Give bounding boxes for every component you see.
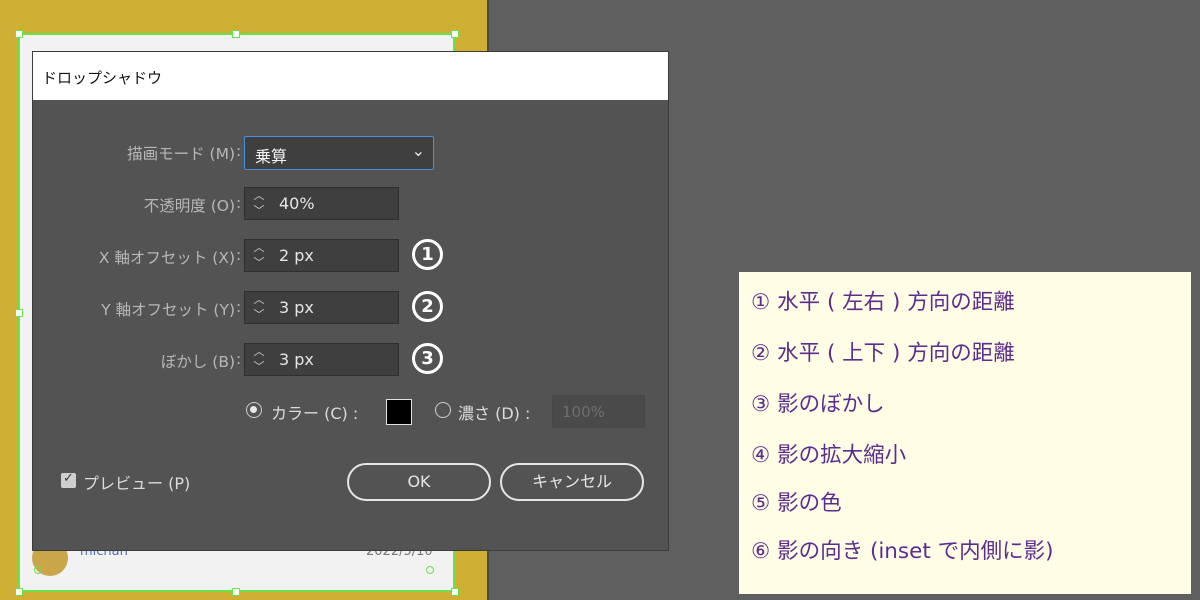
colon: : [236, 194, 242, 212]
color-option-label: カラー (C) : [271, 404, 359, 423]
anchor-point[interactable] [426, 566, 434, 574]
legend-item-4: ④ 影の拡大縮小 [751, 443, 907, 468]
marker-2: 2 [412, 291, 443, 322]
resize-handle-top-left[interactable] [15, 30, 23, 38]
x-offset-value: 2 px [279, 246, 314, 265]
y-offset-label: Y 軸オフセット (Y) [101, 301, 235, 319]
cancel-button[interactable]: キャンセル [500, 463, 644, 501]
colon: : [236, 142, 242, 160]
opacity-label: 不透明度 (O) [143, 197, 235, 215]
legend-item-6: ⑥ 影の向き (inset で内側に影) [751, 539, 1054, 564]
blend-mode-select[interactable]: 乗算 ⌄ [244, 136, 434, 170]
x-offset-field[interactable]: ︿ ﹀ 2 px [244, 239, 399, 272]
colon: : [236, 298, 242, 316]
drop-shadow-dialog: ドロップシャドウ 描画モード (M) : 乗算 ⌄ 不透明度 (O) : ︿ ﹀ … [33, 52, 668, 550]
darkness-option-label: 濃さ (D) : [458, 404, 531, 423]
darkness-field: 100% [552, 395, 645, 428]
blend-mode-value: 乗算 [255, 147, 288, 166]
stepper-icon[interactable]: ︿ ﹀ [245, 240, 273, 271]
legend-item-1: ① 水平 ( 左右 ) 方向の距離 [751, 290, 1015, 315]
color-radio[interactable] [246, 402, 262, 418]
stepper-icon[interactable]: ︿ ﹀ [245, 292, 273, 323]
resize-handle-bottom-left[interactable] [15, 588, 23, 596]
opacity-value: 40% [279, 194, 315, 213]
dialog-title-bar[interactable]: ドロップシャドウ [33, 52, 668, 100]
blur-label: ぼかし (B) [160, 353, 235, 371]
blur-field[interactable]: ︿ ﹀ 3 px [244, 343, 399, 376]
opacity-field[interactable]: ︿ ﹀ 40% [244, 187, 399, 220]
checkmark-icon: ✓ [63, 471, 74, 486]
blur-value: 3 px [279, 350, 314, 369]
y-offset-value: 3 px [279, 298, 314, 317]
stepper-icon[interactable]: ︿ ﹀ [245, 188, 273, 219]
annotation-legend: ① 水平 ( 左右 ) 方向の距離 ② 水平 ( 上下 ) 方向の距離 ③ 影の… [739, 272, 1191, 594]
legend-item-2: ② 水平 ( 上下 ) 方向の距離 [751, 341, 1015, 366]
y-offset-field[interactable]: ︿ ﹀ 3 px [244, 291, 399, 324]
resize-handle-bottom-right[interactable] [451, 588, 459, 596]
resize-handle-top[interactable] [232, 30, 240, 38]
dialog-title: ドロップシャドウ [42, 69, 163, 87]
anchor-point[interactable] [34, 566, 42, 574]
resize-handle-top-right[interactable] [451, 30, 459, 38]
colon: : [236, 350, 242, 368]
preview-checkbox[interactable]: ✓ [61, 471, 76, 488]
ok-button[interactable]: OK [347, 463, 491, 501]
marker-3: 3 [412, 343, 443, 374]
shadow-color-swatch[interactable] [386, 399, 412, 425]
resize-handle-bottom[interactable] [232, 588, 240, 596]
stepper-icon[interactable]: ︿ ﹀ [245, 344, 273, 375]
preview-label: プレビュー (P) [83, 474, 191, 493]
chevron-down-icon: ⌄ [411, 141, 425, 160]
legend-item-3: ③ 影のぼかし [751, 392, 885, 417]
darkness-radio[interactable] [435, 402, 451, 418]
legend-item-5: ⑤ 影の色 [751, 491, 842, 516]
resize-handle-left[interactable] [15, 309, 23, 317]
x-offset-label: X 軸オフセット (X) [98, 249, 235, 267]
darkness-value: 100% [562, 403, 605, 421]
marker-1: 1 [412, 239, 443, 270]
colon: : [236, 246, 242, 264]
blend-mode-label: 描画モード (M) [127, 145, 235, 163]
